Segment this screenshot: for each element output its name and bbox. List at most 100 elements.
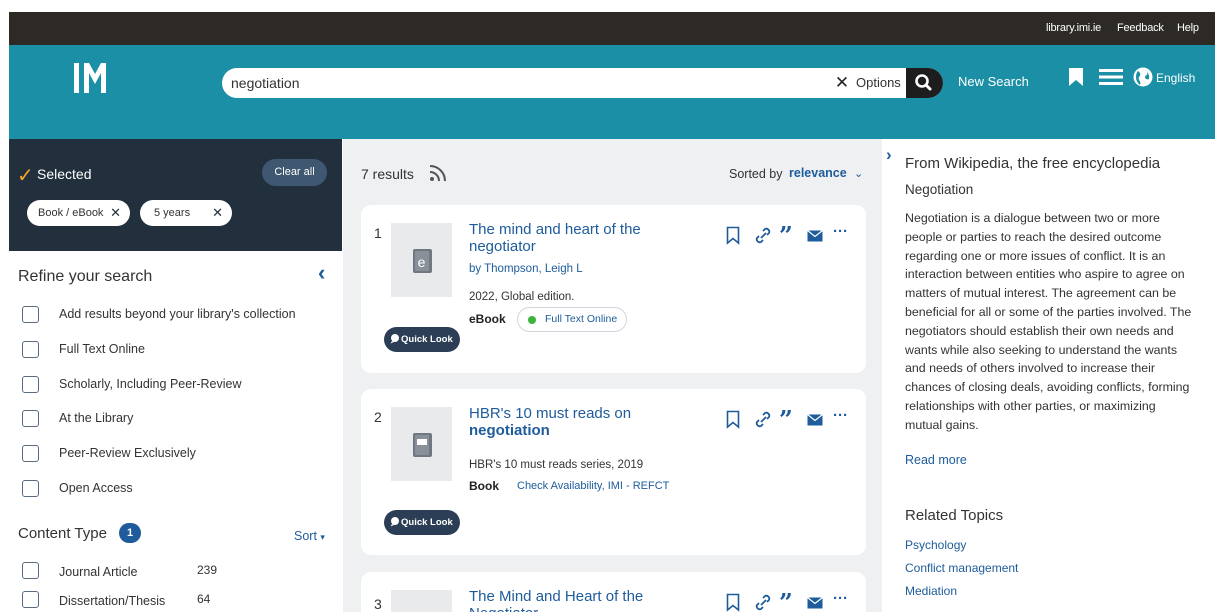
result-format: eBook [469, 312, 506, 326]
checkbox[interactable] [22, 376, 39, 393]
sort-dropdown[interactable]: relevance [789, 166, 847, 180]
bookmark-icon[interactable] [726, 593, 740, 612]
imi-logo[interactable] [72, 60, 116, 100]
result-card: 1 e The mind and heart of the negotiator… [361, 205, 866, 373]
email-icon[interactable] [807, 230, 823, 242]
results-count: 7 results [361, 166, 414, 182]
feedback-link[interactable]: Feedback [1117, 22, 1164, 34]
content-type-sort-dropdown[interactable]: Sort ▾ [294, 529, 325, 543]
chevron-down-icon[interactable]: ⌄ [854, 167, 863, 180]
cite-icon[interactable]: ” [779, 221, 793, 250]
clear-all-button[interactable]: Clear all [262, 159, 327, 186]
result-thumbnail[interactable] [391, 590, 452, 612]
help-link[interactable]: Help [1177, 22, 1199, 34]
result-number: 1 [374, 225, 382, 241]
quick-look-button[interactable]: Quick Look [384, 327, 460, 352]
filter-chip-5-years[interactable]: 5 years ✕ [140, 200, 232, 226]
check-availability-link[interactable]: Check Availability, IMI - REFCT [517, 480, 669, 492]
search-button[interactable] [906, 68, 943, 98]
content-type-dissertation[interactable]: Dissertation/Thesis 64 [22, 591, 282, 611]
result-publication-info: HBR's 10 must reads series, 2019 [469, 459, 644, 471]
more-options-icon[interactable]: ··· [833, 223, 848, 240]
book-icon [413, 433, 432, 457]
permalink-icon[interactable] [754, 593, 772, 612]
result-actions: ” ··· [726, 593, 851, 612]
collapse-wiki-icon[interactable]: › [886, 145, 892, 165]
email-icon[interactable] [807, 414, 823, 426]
bookmark-icon[interactable] [1068, 67, 1084, 87]
checkbox[interactable] [22, 562, 39, 579]
sorted-by-label: Sorted by [729, 167, 783, 181]
result-number: 2 [374, 409, 382, 425]
result-format: Book [469, 479, 499, 493]
filter-chip-label: 5 years [154, 207, 191, 219]
content-type-count-badge: 1 [119, 523, 141, 543]
svg-text:e: e [418, 254, 426, 270]
wiki-summary: Negotiation is a dialogue between two or… [905, 211, 1192, 432]
ebook-icon: e [413, 249, 432, 273]
result-author[interactable]: by Thompson, Leigh L [469, 263, 583, 275]
checkbox[interactable] [22, 306, 39, 323]
cite-icon[interactable]: ” [779, 405, 793, 434]
result-title-link[interactable]: The mind and heart of the negotiator [469, 221, 699, 255]
result-title-link[interactable]: HBR's 10 must reads on negotiation [469, 405, 699, 439]
permalink-icon[interactable] [754, 226, 772, 245]
checkbox[interactable] [22, 445, 39, 462]
rss-icon[interactable] [429, 164, 447, 182]
language-selector[interactable]: English [1156, 71, 1195, 85]
quick-look-icon [390, 517, 399, 527]
related-topic-link[interactable]: Psychology [905, 538, 966, 552]
collapse-panel-icon[interactable]: ‹ [318, 260, 325, 286]
quick-look-icon [390, 334, 399, 344]
selected-label: Selected [37, 166, 92, 182]
checkbox[interactable] [22, 341, 39, 358]
read-more-link[interactable]: Read more [905, 453, 967, 467]
available-dot-icon [528, 316, 536, 324]
result-actions: ” ··· [726, 405, 851, 434]
full-text-online-badge[interactable]: Full Text Online [517, 307, 628, 332]
wiki-source: From Wikipedia, the free encyclopedia [905, 155, 1161, 172]
top-utility-bar-dark [9, 12, 1215, 45]
bookmark-icon[interactable] [726, 226, 740, 245]
result-title-link[interactable]: The Mind and Heart of the Negotiator [469, 588, 679, 612]
result-thumbnail[interactable] [391, 407, 452, 481]
more-options-icon[interactable]: ··· [833, 593, 848, 607]
more-options-icon[interactable]: ··· [833, 407, 848, 424]
selected-filters-panel [9, 139, 342, 251]
remove-filter-icon[interactable]: ✕ [212, 200, 223, 226]
search-bar: ✕ Options [222, 68, 943, 98]
filter-chip-label: Book / eBook [38, 207, 104, 219]
clear-search-icon[interactable]: ✕ [834, 74, 850, 92]
refine-title: Refine your search [18, 268, 153, 285]
email-icon[interactable] [807, 597, 823, 609]
wiki-term: Negotiation [905, 182, 974, 197]
filter-chip-book-ebook[interactable]: Book / eBook ✕ [27, 200, 130, 226]
bookmark-icon[interactable] [726, 410, 740, 429]
checkbox[interactable] [22, 591, 39, 608]
checkbox[interactable] [22, 410, 39, 427]
related-topic-link[interactable]: Mediation [905, 584, 957, 598]
result-publication-info: 2022, Global edition. [469, 291, 575, 303]
result-actions: ” ··· [726, 221, 851, 250]
result-number: 3 [374, 596, 382, 612]
content-type-journal-article[interactable]: Journal Article 239 [22, 562, 282, 582]
permalink-icon[interactable] [754, 410, 772, 429]
related-topic-link[interactable]: Conflict management [905, 561, 1018, 575]
caret-down-icon: ▾ [320, 532, 325, 542]
checkbox[interactable] [22, 480, 39, 497]
search-input[interactable] [231, 68, 791, 98]
result-card: 2 HBR's 10 must reads on negotiation HBR'… [361, 389, 866, 555]
menu-icon[interactable] [1099, 68, 1123, 86]
site-link[interactable]: library.imi.ie [1046, 22, 1101, 34]
remove-filter-icon[interactable]: ✕ [110, 200, 121, 226]
quick-look-button[interactable]: Quick Look [384, 510, 460, 535]
globe-icon[interactable] [1133, 67, 1153, 87]
cite-icon[interactable]: ” [779, 593, 793, 612]
search-options-button[interactable]: Options [856, 75, 901, 90]
content-type-title: Content Type [18, 525, 107, 542]
result-thumbnail[interactable]: e [391, 223, 452, 297]
search-icon [915, 74, 932, 91]
related-topics-title: Related Topics [905, 507, 1004, 524]
new-search-link[interactable]: New Search [958, 74, 1029, 89]
checkmark-icon: ✓ [17, 165, 34, 187]
